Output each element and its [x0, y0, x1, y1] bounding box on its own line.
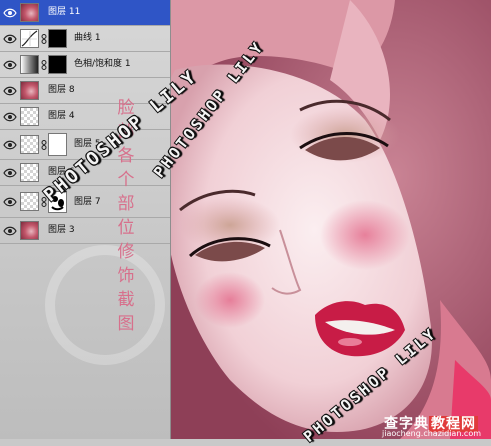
eye-visibility-icon[interactable]: [3, 111, 17, 123]
layer-name: 图层 11: [48, 7, 81, 17]
layer-name: 图层 7: [74, 197, 101, 207]
layer-row-hue-saturation[interactable]: 色相/饱和度 1: [0, 52, 170, 78]
eye-visibility-icon[interactable]: [3, 7, 17, 19]
site-logo: 查字典 教程网 jiaocheng.chazidian.com: [380, 413, 491, 439]
caption-char: 饰: [117, 266, 135, 286]
curves-adjustment-icon: [20, 29, 39, 48]
layer-mask-thumbnail: [48, 29, 67, 48]
layer-row-8[interactable]: 图层 8: [0, 78, 170, 104]
eye-visibility-icon[interactable]: [3, 33, 17, 45]
eye-visibility-icon[interactable]: [3, 59, 17, 71]
caption-char: 图: [117, 314, 135, 334]
eye-visibility-icon[interactable]: [3, 85, 17, 97]
layer-row-curves[interactable]: 曲线 1: [0, 26, 170, 52]
eye-visibility-icon[interactable]: [3, 139, 17, 151]
layer-name: 图层 4: [48, 111, 75, 121]
caption-char: 截: [117, 290, 135, 310]
link-icon[interactable]: [41, 140, 47, 150]
caption-char: 部: [117, 194, 135, 214]
link-icon[interactable]: [41, 197, 47, 207]
layer-mask-thumbnail: [48, 55, 67, 74]
eye-visibility-icon[interactable]: [3, 225, 17, 237]
layer-name: 色相/饱和度 1: [74, 59, 131, 69]
layer-thumbnail: [20, 3, 39, 22]
layer-thumbnail: [20, 135, 39, 154]
hue-saturation-adjustment-icon: [20, 55, 39, 74]
layer-mask-thumbnail: [48, 133, 67, 156]
layer-thumbnail: [20, 163, 39, 182]
layer-name: 曲线 1: [74, 33, 101, 43]
layer-name: 图层 8: [48, 85, 75, 95]
eye-visibility-icon[interactable]: [3, 196, 17, 208]
layer-thumbnail: [20, 221, 39, 240]
caption-char: 修: [117, 242, 135, 262]
layer-row-11[interactable]: 图层 11: [0, 0, 170, 26]
link-icon[interactable]: [41, 34, 47, 44]
caption-char: 位: [117, 218, 135, 238]
eye-visibility-icon[interactable]: [3, 167, 17, 179]
layers-panel: 图层 11 曲线 1 色相/饱和度 1 图层 8 图层 4 图层 5 图层 6 …: [0, 0, 171, 439]
link-icon[interactable]: [41, 60, 47, 70]
layer-row-7[interactable]: 图层 7: [0, 186, 170, 218]
circle-watermark-icon: [45, 245, 165, 365]
layer-thumbnail: [20, 192, 39, 211]
site-logo-url: jiaocheng.chazidian.com: [382, 429, 482, 438]
layer-thumbnail: [20, 81, 39, 100]
layer-thumbnail: [20, 107, 39, 126]
layer-name: 图层 3: [48, 225, 75, 235]
caption-char: 个: [117, 170, 135, 190]
